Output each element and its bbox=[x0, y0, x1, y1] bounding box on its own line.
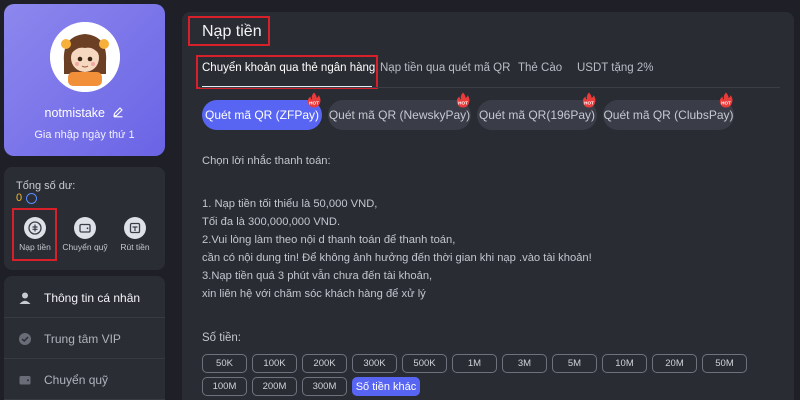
join-days: Gia nhập ngày thứ 1 bbox=[34, 129, 135, 141]
method-label: Quét mã QR(196Pay) bbox=[478, 108, 596, 122]
amount-label: Số tiền: bbox=[202, 332, 241, 344]
hot-badge-text: HOT bbox=[584, 100, 594, 105]
hot-badge-icon: HOT bbox=[582, 92, 596, 108]
method-label: Quét mã QR (ClubsPay) bbox=[603, 108, 734, 122]
page-title: Nạp tiền bbox=[202, 23, 262, 40]
sidebar-menu: Thông tin cá nhân Trung tâm VIP Chuyển q… bbox=[4, 276, 165, 400]
method-clubspay-button[interactable]: Quét mã QR (ClubsPay) bbox=[603, 100, 734, 130]
balance-label: Tổng số dư: bbox=[16, 180, 76, 192]
tab-usdt[interactable]: USDT tặng 2% bbox=[577, 62, 654, 74]
note-line: cần có nội dung tin! Để không ảnh hưởng … bbox=[202, 252, 592, 264]
edit-icon[interactable] bbox=[112, 106, 124, 118]
withdraw-label: Rút tiền bbox=[120, 241, 150, 252]
amount-button-200k[interactable]: 200K bbox=[302, 354, 347, 373]
avatar[interactable] bbox=[50, 22, 120, 92]
amount-button-100k[interactable]: 100K bbox=[252, 354, 297, 373]
method-label: Quét mã QR (ZFPay) bbox=[204, 108, 320, 122]
hot-badge-text: HOT bbox=[458, 100, 468, 105]
sidebar: notmistake Gia nhập ngày thứ 1 Tổng số d… bbox=[4, 4, 165, 400]
vip-icon bbox=[18, 332, 32, 346]
balance-value: 0 bbox=[16, 192, 23, 204]
refresh-icon[interactable] bbox=[26, 192, 38, 204]
method-label: Quét mã QR (NewskyPay) bbox=[328, 108, 471, 122]
deposit-panel: Nạp tiền Chuyển khoản qua thẻ ngân hàng … bbox=[182, 12, 794, 400]
method-zfpay-button[interactable]: Quét mã QR (ZFPay) bbox=[202, 100, 322, 130]
tab-scratch-card[interactable]: Thẻ Cào bbox=[518, 62, 562, 74]
notes-heading: Chọn lời nhắc thanh toán: bbox=[202, 155, 331, 167]
tabs-divider bbox=[200, 87, 780, 88]
amount-button-300m[interactable]: 300M bbox=[302, 377, 347, 396]
amount-button-1m[interactable]: 1M bbox=[452, 354, 497, 373]
profile-card: notmistake Gia nhập ngày thứ 1 bbox=[4, 4, 165, 156]
amount-button-200m[interactable]: 200M bbox=[252, 377, 297, 396]
amount-button-20m[interactable]: 20M bbox=[652, 354, 697, 373]
user-icon bbox=[18, 291, 32, 305]
note-line: 1. Nạp tiền tối thiểu là 50,000 VND, bbox=[202, 198, 378, 210]
amount-button-50m[interactable]: 50M bbox=[702, 354, 747, 373]
deposit-highlight-box bbox=[12, 208, 57, 261]
username-text: notmistake bbox=[44, 106, 105, 120]
amount-options: 50K 100K 200K 300K 500K 1M 3M 5M 10M 20M… bbox=[202, 354, 782, 400]
sidebar-item-vip[interactable]: Trung tâm VIP bbox=[4, 319, 165, 359]
username: notmistake bbox=[4, 106, 165, 120]
hot-badge-icon: HOT bbox=[307, 92, 321, 108]
amount-button-5m[interactable]: 5M bbox=[552, 354, 597, 373]
other-amount-button[interactable]: Số tiền khác bbox=[352, 377, 420, 396]
sidebar-item-label: Trung tâm VIP bbox=[44, 331, 121, 346]
hot-badge-icon: HOT bbox=[719, 92, 733, 108]
note-line: xin liên hệ với chăm sóc khách hàng để x… bbox=[202, 288, 426, 300]
amount-button-300k[interactable]: 300K bbox=[352, 354, 397, 373]
amount-button-10m[interactable]: 10M bbox=[602, 354, 647, 373]
sidebar-item-label: Thông tin cá nhân bbox=[44, 290, 141, 305]
amount-button-50k[interactable]: 50K bbox=[202, 354, 247, 373]
tab-highlight-box bbox=[196, 55, 378, 89]
amount-button-500k[interactable]: 500K bbox=[402, 354, 447, 373]
balance-row: 0 bbox=[16, 192, 38, 204]
sidebar-item-profile[interactable]: Thông tin cá nhân bbox=[4, 278, 165, 318]
wallet-box: Tổng số dư: 0 Nạp tiền Chuyển quỹ Rút ti… bbox=[4, 167, 165, 270]
transfer-button[interactable]: Chuyển quỹ bbox=[62, 209, 108, 259]
amount-button-100m[interactable]: 100M bbox=[202, 377, 247, 396]
wallet-icon bbox=[74, 216, 96, 239]
hot-badge-text: HOT bbox=[721, 100, 731, 105]
note-line: 2.Vui lòng làm theo nội d thanh toán để … bbox=[202, 234, 456, 246]
method-196pay-button[interactable]: Quét mã QR(196Pay) bbox=[477, 100, 597, 130]
sidebar-item-transfer[interactable]: Chuyển quỹ bbox=[4, 360, 165, 400]
withdraw-button[interactable]: Rút tiền bbox=[112, 209, 158, 259]
hot-badge-text: HOT bbox=[309, 100, 319, 105]
transfer-label: Chuyển quỹ bbox=[62, 241, 108, 252]
note-line: 3.Nạp tiền quá 3 phút vẫn chưa đến tài k… bbox=[202, 270, 433, 282]
amount-button-3m[interactable]: 3M bbox=[502, 354, 547, 373]
withdraw-icon bbox=[124, 216, 146, 239]
hot-badge-icon: HOT bbox=[456, 92, 470, 108]
note-line: Tối đa là 300,000,000 VND. bbox=[202, 216, 341, 228]
wallet-icon bbox=[18, 373, 32, 387]
sidebar-item-label: Chuyển quỹ bbox=[44, 372, 109, 387]
tab-qr-deposit[interactable]: Nạp tiền qua quét mã QR bbox=[380, 62, 510, 74]
method-newskypay-button[interactable]: Quét mã QR (NewskyPay) bbox=[328, 100, 471, 130]
